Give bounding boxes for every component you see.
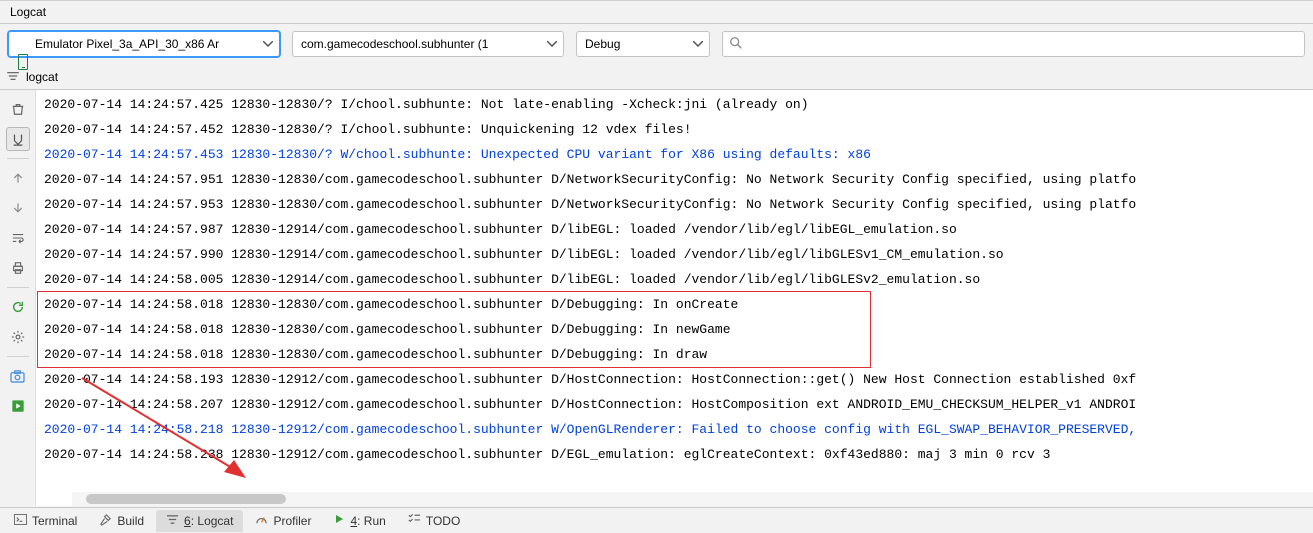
log-line: 2020-07-14 14:24:57.990 12830-12914/com.… [36,242,1313,267]
terminal-icon [14,514,27,528]
toolbar-separator [7,158,29,159]
clear-log-button[interactable] [6,97,30,121]
log-line: 2020-07-14 14:24:58.018 12830-12830/com.… [36,292,1313,317]
settings-button[interactable] [6,325,30,349]
horizontal-scrollbar[interactable] [72,492,1313,506]
package-selector[interactable]: com.gamecodeschool.subhunter (1 [292,31,564,57]
log-level-selector[interactable]: Debug [576,31,710,57]
hammer-icon [99,513,112,529]
log-line: 2020-07-14 14:24:58.193 12830-12912/com.… [36,367,1313,392]
checklist-icon [408,513,421,528]
logcat-filter-bar: Emulator Pixel_3a_API_30_x86 Ar com.game… [0,24,1313,64]
bottom-tool-tabs: Terminal Build 6: Logcat Profiler 4: Run… [0,507,1313,533]
log-line: 2020-07-14 14:24:58.207 12830-12912/com.… [36,392,1313,417]
tab-logcat[interactable]: 6: Logcat [156,510,243,532]
tool-window-title: Logcat [10,5,46,19]
tab-run-label: 4: Run [350,514,385,528]
filter-icon [166,514,179,528]
toolbar-separator [7,287,29,288]
print-button[interactable] [6,256,30,280]
tool-window-header: Logcat [0,0,1313,24]
search-box[interactable] [722,31,1305,57]
gauge-icon [255,513,268,529]
logcat-sub-header: logcat [0,64,1313,90]
search-input[interactable] [747,33,1298,55]
tab-build-label: Build [117,514,144,528]
scrollbar-thumb[interactable] [86,494,286,504]
log-line: 2020-07-14 14:24:58.018 12830-12830/com.… [36,317,1313,342]
log-line: 2020-07-14 14:24:57.453 12830-12830/? W/… [36,142,1313,167]
log-line: 2020-07-14 14:24:57.425 12830-12830/? I/… [36,92,1313,117]
soft-wrap-button[interactable] [6,226,30,250]
next-occurrence-button[interactable] [6,196,30,220]
scroll-to-end-button[interactable] [6,127,30,151]
log-line: 2020-07-14 14:24:58.238 12830-12912/com.… [36,442,1313,467]
log-line: 2020-07-14 14:24:57.953 12830-12830/com.… [36,192,1313,217]
side-toolbar [0,90,36,506]
tab-profiler-label: Profiler [273,514,311,528]
tab-run[interactable]: 4: Run [323,510,395,532]
tab-terminal[interactable]: Terminal [4,510,87,532]
restart-button[interactable] [6,295,30,319]
tab-logcat-label: 6: Logcat [184,514,233,528]
screen-record-button[interactable] [6,394,30,418]
tab-terminal-label: Terminal [32,514,77,528]
tab-todo-label: TODO [426,514,460,528]
log-line: 2020-07-14 14:24:57.452 12830-12830/? I/… [36,117,1313,142]
run-icon [333,513,345,528]
log-line: 2020-07-14 14:24:58.218 12830-12912/com.… [36,417,1313,442]
log-line: 2020-07-14 14:24:57.951 12830-12830/com.… [36,167,1313,192]
log-line: 2020-07-14 14:24:57.987 12830-12914/com.… [36,217,1313,242]
tab-profiler[interactable]: Profiler [245,510,321,532]
sub-header-label: logcat [26,70,58,84]
previous-occurrence-button[interactable] [6,166,30,190]
tab-build[interactable]: Build [89,510,154,532]
log-output[interactable]: 2020-07-14 14:24:57.425 12830-12830/? I/… [36,90,1313,506]
toolbar-separator [7,356,29,357]
search-icon [729,36,743,53]
filter-icon [6,70,20,84]
tab-todo[interactable]: TODO [398,510,470,532]
device-selector[interactable]: Emulator Pixel_3a_API_30_x86 Ar [8,31,280,57]
log-line: 2020-07-14 14:24:58.018 12830-12830/com.… [36,342,1313,367]
main-area: 2020-07-14 14:24:57.425 12830-12830/? I/… [0,90,1313,506]
log-line: 2020-07-14 14:24:58.005 12830-12914/com.… [36,267,1313,292]
screenshot-button[interactable] [6,364,30,388]
